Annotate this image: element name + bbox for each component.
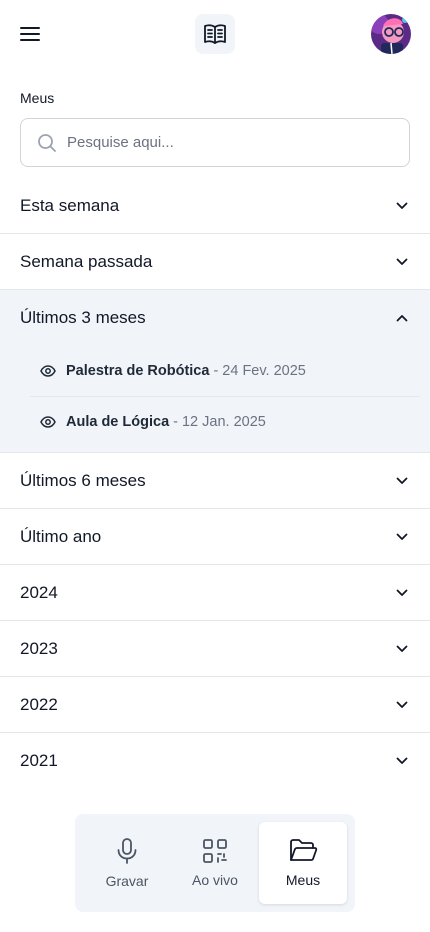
search-box[interactable]	[20, 118, 410, 167]
recording-items: Palestra de Robótica - 24 Fev. 2025 Aula…	[0, 346, 430, 452]
menu-button[interactable]	[20, 20, 60, 48]
recording-date: - 24 Fev. 2025	[213, 363, 306, 379]
group-label: Últimos 3 meses	[20, 308, 146, 327]
hamburger-menu-icon	[20, 27, 40, 41]
group-ultimo-ano[interactable]: Último ano	[0, 509, 430, 565]
chevron-down-icon	[394, 753, 410, 769]
recording-title: Palestra de Robótica	[66, 363, 210, 379]
chevron-down-icon	[394, 198, 410, 214]
chevron-up-icon	[394, 310, 410, 326]
group-label: 2021	[20, 751, 58, 770]
chevron-down-icon	[394, 585, 410, 601]
nav-meus[interactable]: Meus	[259, 822, 347, 904]
nav-label: Gravar	[105, 873, 149, 889]
group-ultimos-3-meses: Últimos 3 meses Palestra de Robótica - 2…	[0, 290, 430, 453]
group-label: Esta semana	[20, 195, 120, 215]
search-icon	[38, 133, 56, 152]
recording-title: Aula de Lógica	[66, 413, 170, 430]
chevron-down-icon	[394, 254, 410, 270]
group-label: Último ano	[20, 526, 102, 546]
group-label: Semana passada	[20, 251, 153, 271]
eye-icon	[40, 363, 56, 379]
logo[interactable]	[195, 14, 235, 54]
group-esta-semana[interactable]: Esta semana	[0, 178, 430, 234]
recording-date: - 12 Jan. 2025	[173, 413, 266, 430]
open-book-icon	[204, 24, 226, 44]
search-input[interactable]	[67, 134, 387, 151]
chevron-down-icon	[394, 473, 410, 489]
recordings-list: Esta semana Semana passada Últimos 3 mes…	[0, 178, 430, 789]
chevron-down-icon	[394, 641, 410, 657]
group-2023[interactable]: 2023	[0, 621, 430, 677]
group-label: 2023	[20, 638, 58, 658]
group-label: 2022	[20, 694, 58, 714]
section-title: Meus	[20, 90, 55, 106]
top-bar	[0, 0, 430, 70]
recording-item[interactable]: Palestra de Robótica - 24 Fev. 2025	[30, 346, 420, 396]
nav-label: Meus	[285, 872, 321, 888]
recording-item[interactable]: Aula de Lógica - 12 Jan. 2025	[30, 396, 420, 446]
chevron-down-icon	[394, 697, 410, 713]
group-2021[interactable]: 2021	[0, 733, 430, 789]
group-2022[interactable]: 2022	[0, 677, 430, 733]
group-2024[interactable]: 2024	[0, 565, 430, 621]
nav-label: Ao vivo	[192, 872, 238, 888]
group-label: Últimos 6 meses	[20, 470, 146, 490]
avatar-illustration	[371, 14, 411, 54]
group-ultimos-6-meses[interactable]: Últimos 6 meses	[0, 453, 430, 509]
chevron-down-icon	[394, 529, 410, 545]
qr-code-icon	[203, 839, 227, 863]
bottom-navigation: Gravar Ao vivo Meus	[75, 814, 355, 912]
group-semana-passada[interactable]: Semana passada	[0, 234, 430, 290]
group-label: 2024	[20, 582, 58, 602]
eye-icon	[40, 414, 56, 430]
microphone-icon	[117, 838, 137, 864]
user-avatar[interactable]	[371, 14, 411, 54]
folder-open-icon	[290, 839, 318, 861]
nav-gravar[interactable]: Gravar	[83, 822, 171, 904]
group-header-ultimos-3-meses[interactable]: Últimos 3 meses	[0, 290, 430, 346]
nav-ao-vivo[interactable]: Ao vivo	[171, 822, 259, 904]
